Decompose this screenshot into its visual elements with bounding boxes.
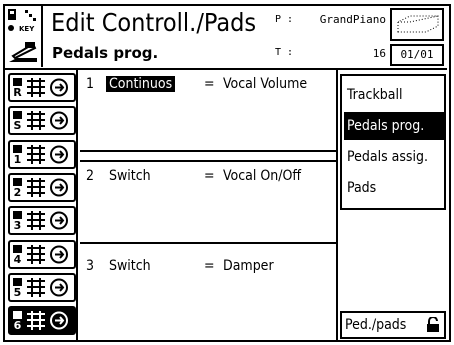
menu-item-pads[interactable]: Pads	[344, 174, 444, 202]
menu-item-pedals-prog[interactable]: Pedals prog.	[344, 112, 444, 140]
pedal-button-s[interactable]: S	[8, 106, 76, 136]
row-equals: =	[204, 168, 215, 184]
pedal-button-label: 5	[14, 286, 22, 299]
pedal-button-label: 4	[14, 253, 22, 266]
pedal-button-1[interactable]: 1	[8, 139, 76, 169]
row-number: 3	[86, 258, 95, 274]
pedal-button-label: 2	[14, 186, 22, 199]
menu-item-pedals-assig[interactable]: Pedals assig.	[344, 143, 444, 171]
pedal-button-4[interactable]: 4	[8, 239, 76, 269]
pedal-row-3[interactable]: 3 Switch = Damper	[80, 252, 336, 334]
pedal-row-1[interactable]: 1 Continuos = Vocal Volume	[80, 70, 336, 152]
row-equals: =	[204, 258, 215, 274]
knob-icon	[50, 111, 68, 130]
page-title: Edit Controll./Pads	[51, 8, 257, 37]
pedal-button-label: 3	[14, 219, 22, 232]
row-divider	[80, 160, 336, 162]
pedal-button-label: 6	[14, 319, 22, 332]
svg-text:KEY: KEY	[19, 25, 35, 33]
pedal-button-2[interactable]: 2	[8, 172, 76, 202]
row-equals: =	[204, 76, 215, 92]
app-logo: KEY	[5, 6, 43, 67]
page-indicator: 01/01	[390, 44, 444, 66]
keyboard-icon: KEY	[8, 9, 36, 33]
left-column: R S 1 2 3 4 5 6	[5, 70, 78, 340]
mixer-icon	[27, 78, 45, 97]
knob-icon	[50, 178, 68, 197]
pedal-row-2[interactable]: 2 Switch = Vocal On/Off	[80, 162, 336, 244]
pedal-button-label: R	[13, 86, 22, 99]
display-graphic	[390, 8, 444, 41]
mixer-icon	[27, 277, 45, 297]
knob-icon	[50, 278, 68, 297]
mixer-icon	[27, 211, 45, 231]
mixer-icon	[27, 177, 45, 197]
pedal-button-6[interactable]: 6	[8, 306, 76, 336]
row-type-selected[interactable]: Continuos	[106, 76, 176, 92]
knob-icon	[50, 145, 68, 164]
mixer-icon	[27, 111, 45, 131]
pedal-icon	[9, 42, 37, 62]
mixer-icon	[27, 244, 45, 264]
mixer-icon	[27, 144, 45, 164]
pedal-button-r[interactable]: R	[8, 73, 76, 102]
pedal-button-5[interactable]: 5	[8, 272, 76, 302]
program-label: P :	[275, 14, 294, 25]
ped-pads-label: Ped./pads	[345, 317, 407, 333]
knob-icon	[50, 311, 68, 330]
knob-icon	[50, 245, 68, 263]
row-value[interactable]: Vocal Volume	[223, 76, 307, 92]
ped-pads-button[interactable]: Ped./pads	[340, 311, 446, 339]
row-type[interactable]: Switch	[106, 258, 154, 274]
track-value: 16	[372, 47, 386, 60]
row-type[interactable]: Switch	[106, 168, 154, 184]
pedal-button-label: 1	[14, 153, 22, 166]
pedal-button-label: S	[14, 119, 22, 132]
row-value[interactable]: Vocal On/Off	[223, 168, 301, 184]
main-right-divider	[336, 70, 338, 340]
dotted-shape-icon	[397, 15, 439, 33]
knob-icon	[50, 78, 68, 97]
pedal-button-3[interactable]: 3	[8, 206, 76, 236]
row-number: 2	[86, 168, 95, 184]
row-number: 1	[86, 76, 95, 92]
mixer-icon	[27, 311, 45, 331]
knob-icon	[50, 211, 68, 230]
page-subtitle: Pedals prog.	[52, 44, 159, 62]
side-menu: Trackball Pedals prog. Pedals assig. Pad…	[340, 74, 446, 210]
menu-item-trackball[interactable]: Trackball	[344, 81, 444, 109]
row-value[interactable]: Damper	[223, 258, 274, 274]
lock-icon	[427, 317, 439, 332]
track-label: T :	[275, 47, 294, 58]
program-value: GrandPiano	[319, 13, 386, 26]
